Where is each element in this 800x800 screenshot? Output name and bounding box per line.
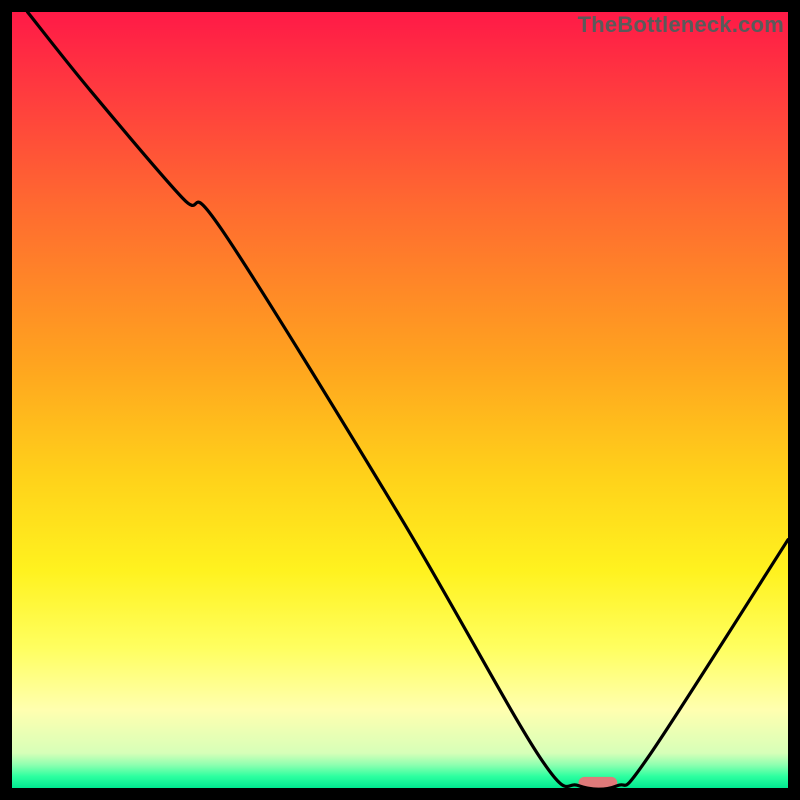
chart-frame: TheBottleneck.com bbox=[12, 12, 788, 788]
plot-background bbox=[12, 12, 788, 788]
watermark-text: TheBottleneck.com bbox=[578, 12, 784, 38]
bottleneck-chart bbox=[12, 12, 788, 788]
